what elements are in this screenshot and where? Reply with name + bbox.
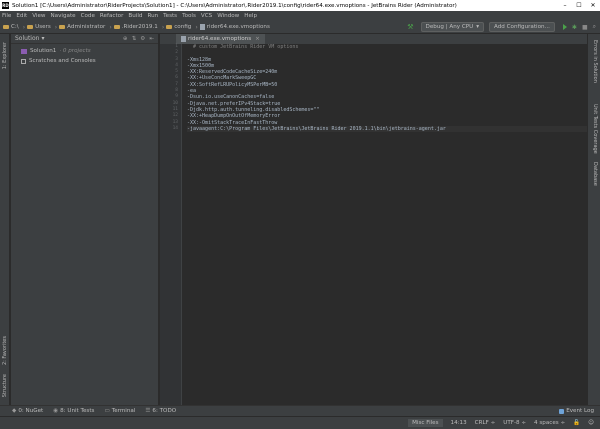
breadcrumb-administrator[interactable]: Administrator [59,24,105,30]
breadcrumb-users[interactable]: Users [27,24,51,30]
menu-view[interactable]: View [32,13,45,19]
explorer-view-selector[interactable]: Solution [15,35,39,42]
breadcrumb-separator: › [22,23,26,31]
event-log-icon [559,408,565,414]
solution-explorer: Solution ▾ ⊕ ⇅ ⚙ ⇤ Solution1 · 0 projects… [11,34,159,405]
editor-tab-vmoptions[interactable]: rider64.exe.vmoptions × [176,34,265,44]
stop-icon[interactable]: ■ [582,24,588,31]
event-log-button[interactable]: Event Log [559,408,594,414]
tree-item-scratches[interactable]: Scratches and Consoles [11,56,158,66]
window-title: Solution1 [C:\Users\Administrator\RiderP… [12,2,457,9]
menu-navigate[interactable]: Navigate [51,13,76,19]
unit-tests-icon: ◉ [53,408,59,414]
menu-build[interactable]: Build [128,13,142,19]
breadcrumb-rider-config-root[interactable]: .Rider2019.1 [113,24,158,30]
run-icon[interactable] [562,24,567,30]
project-context-indicator[interactable]: Misc Files [408,419,443,427]
maximize-icon[interactable]: ☐ [572,2,586,9]
rider-logo-icon: RD [2,2,9,9]
debug-icon[interactable]: ✱ [572,24,577,31]
tree-item-solution[interactable]: Solution1 · 0 projects [11,46,158,56]
todo-tool-tab[interactable]: ☰ 6: TODO [145,408,176,414]
nuget-tool-tab[interactable]: ◆ 0: NuGet [12,408,43,414]
menu-tests[interactable]: Tests [163,13,177,19]
menu-window[interactable]: Window [217,13,239,19]
caret-position[interactable]: 14:13 [451,420,467,426]
menu-bar: File Edit View Navigate Code Refactor Bu… [0,11,600,21]
menu-file[interactable]: File [2,13,11,19]
close-icon[interactable]: ✕ [586,2,600,9]
build-button[interactable]: ⚒ [407,23,415,31]
chevron-down-icon: ▾ [476,24,480,30]
line-number: 14 [172,125,178,131]
menu-refactor[interactable]: Refactor [100,13,123,19]
inspector-icon[interactable]: ☺ [588,420,594,426]
editor-area: rider64.exe.vmoptions × 1 2 3 4 5 6 7 8 9 10 11 12 1… [160,34,587,405]
breadcrumb-separator: › [54,23,58,31]
todo-icon: ☰ [145,408,151,414]
menu-vcs[interactable]: VCS [201,13,212,19]
file-icon [181,36,186,42]
menu-run[interactable]: Run [147,13,158,19]
minimize-icon[interactable]: – [558,2,572,9]
folder-icon [166,25,173,29]
gear-icon[interactable]: ⚙ [140,36,145,42]
folder-icon [113,25,120,29]
add-configuration-button[interactable]: Add Configuration... [489,22,555,32]
terminal-icon: ▭ [104,408,110,414]
folder-icon [3,25,9,29]
status-bar: Misc Files 14:13 CRLF ÷ UTF-8 ÷ 4 spaces… [0,416,600,429]
menu-code[interactable]: Code [81,13,95,19]
navigation-bar: C:\ › Users › Administrator › .Rider2019.1 ›… [0,21,600,34]
solution-configuration-dropdown[interactable]: Debug | Any CPU ▾ [420,22,485,32]
line-separator-selector[interactable]: CRLF ÷ [475,420,496,426]
code-line: -javaagent:C:\Program Files\JetBrains\Je… [187,125,587,133]
window-title-bar: RD Solution1 [C:\Users\Administrator\Rid… [0,0,600,11]
indent-selector[interactable]: 4 spaces ÷ [534,420,565,426]
breadcrumb-separator: › [195,23,198,31]
database-tab[interactable]: Database [592,162,598,186]
scratches-icon [21,58,26,64]
menu-edit[interactable]: Edit [16,13,27,19]
line-number-gutter: 1 2 3 4 5 6 7 8 9 10 11 12 13 14 [160,44,182,405]
collapse-icon[interactable]: ⇅ [132,36,137,42]
encoding-selector[interactable]: UTF-8 ÷ [503,420,526,426]
errors-in-solution-tab[interactable]: Errors in Solution [592,40,598,83]
breadcrumb-separator: › [161,23,165,31]
terminal-tool-tab[interactable]: ▭ Terminal [104,408,135,414]
breadcrumb-config[interactable]: config [166,24,191,30]
file-icon [199,24,205,30]
lock-icon[interactable]: 🔓 [573,420,580,426]
breadcrumb-file[interactable]: rider64.exe.vmoptions [199,24,270,30]
code-text-area[interactable]: # custom JetBrains Rider VM options -Xms1… [187,44,587,133]
solution-icon [21,48,27,54]
left-tool-strip: 1: Explorer 2: Favorites Structure [0,34,10,405]
right-tool-strip: Errors in Solution Unit Tests Coverage D… [587,34,600,405]
hide-icon[interactable]: ⇤ [149,36,154,42]
chevron-down-icon[interactable]: ▾ [41,35,44,42]
explorer-header: Solution ▾ ⊕ ⇅ ⚙ ⇤ [11,34,158,44]
unit-tests-coverage-tab[interactable]: Unit Tests Coverage [592,104,598,154]
explorer-tool-tab[interactable]: 1: Explorer [2,42,8,69]
favorites-tool-tab[interactable]: 2: Favorites [2,336,8,365]
breadcrumb-separator: › [109,23,112,31]
bottom-tool-strip: ◆ 0: NuGet ◉ 8: Unit Tests ▭ Terminal ☰ 6: T… [0,405,600,416]
menu-help[interactable]: Help [244,13,257,19]
target-icon[interactable]: ⊕ [123,36,128,42]
close-tab-icon[interactable]: × [255,36,260,42]
menu-tools[interactable]: Tools [182,13,196,19]
folder-icon [59,25,66,29]
nuget-icon: ◆ [12,408,17,414]
editor-tab-bar: rider64.exe.vmoptions × [160,34,587,44]
unit-tests-tool-tab[interactable]: ◉ 8: Unit Tests [53,408,94,414]
hammer-icon: ⚒ [407,23,414,31]
breadcrumb-drive[interactable]: C:\ [3,24,19,30]
structure-tool-tab[interactable]: Structure [2,374,8,397]
search-icon[interactable]: ⌕ [593,23,596,31]
folder-icon [27,25,34,29]
